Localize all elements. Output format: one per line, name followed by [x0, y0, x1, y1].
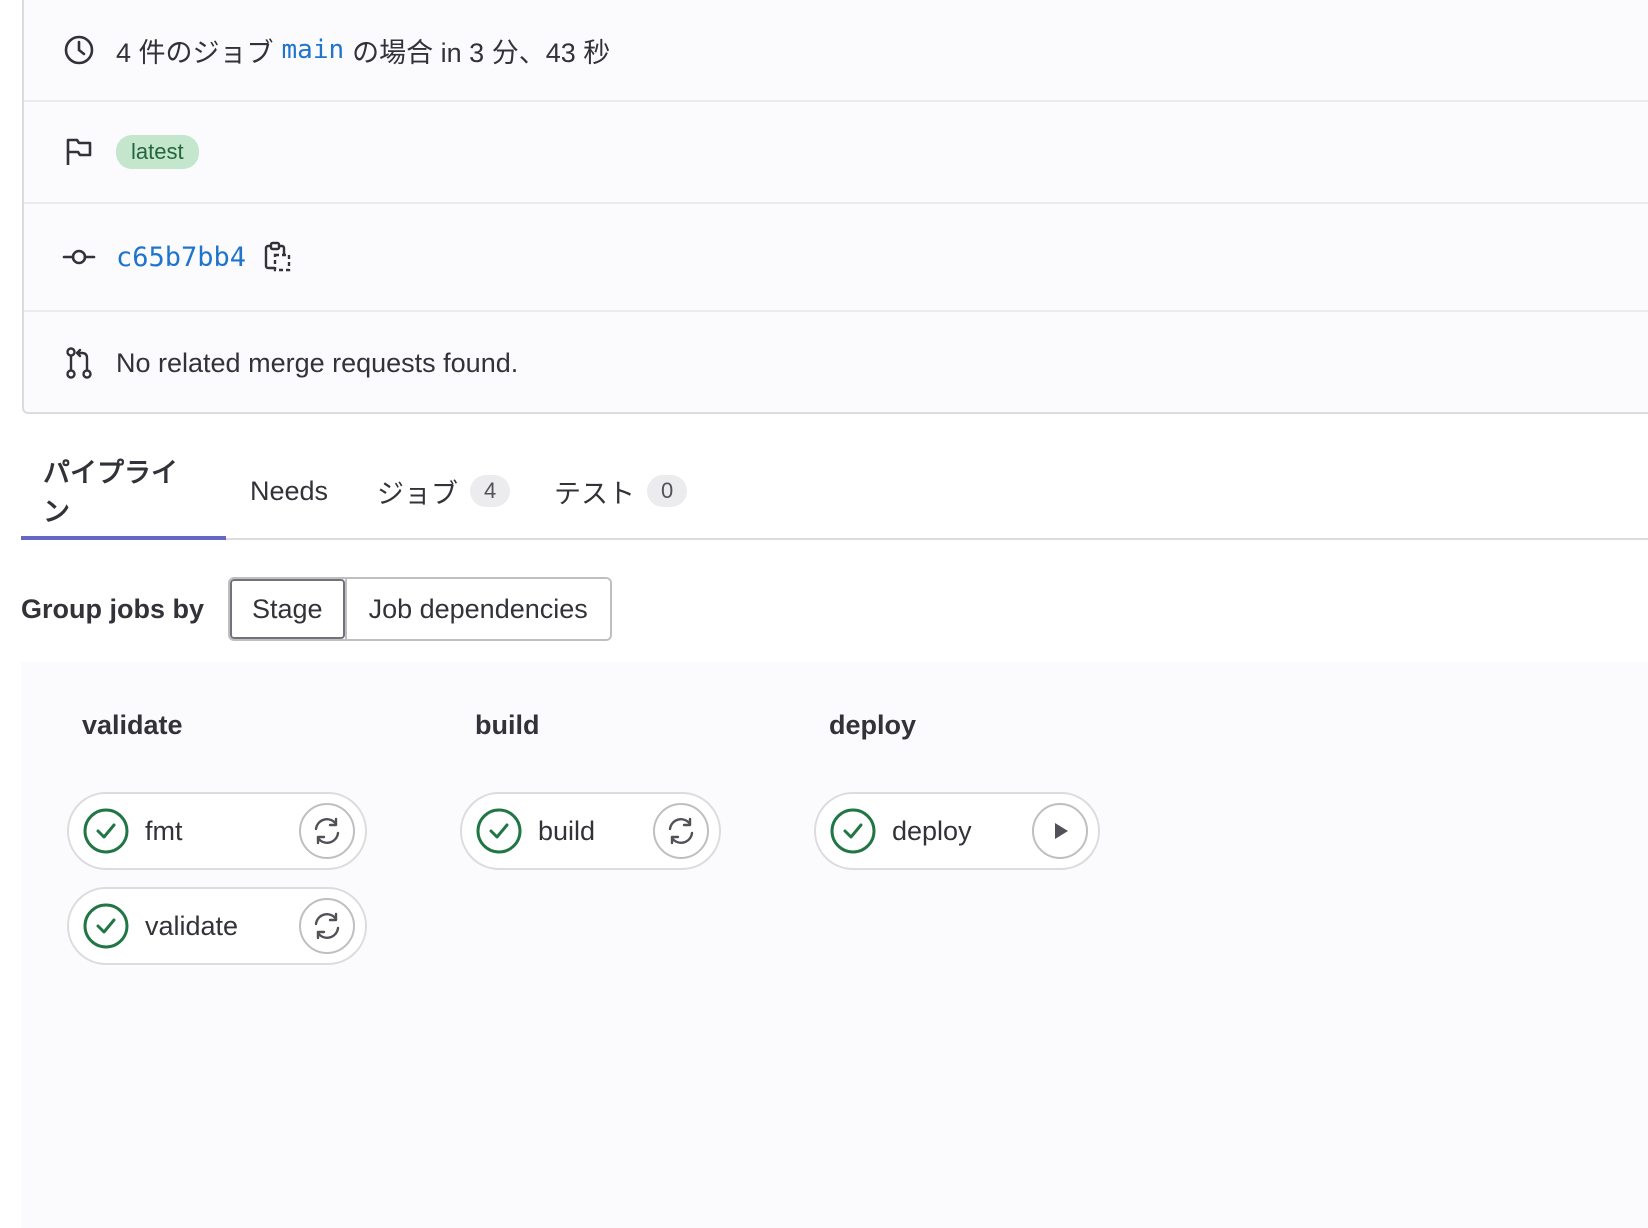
jobs-count-text: 4 件のジョブ — [116, 37, 274, 68]
job-dependencies-option-button[interactable]: Job dependencies — [344, 579, 610, 639]
badges-row: latest — [24, 102, 1648, 204]
ref-link[interactable]: main — [282, 35, 345, 65]
job-deploy[interactable]: deploy — [814, 792, 1100, 870]
group-jobs-label: Group jobs by — [21, 593, 205, 624]
group-by-toggle: Stage Job dependencies — [228, 577, 612, 641]
tab-jobs[interactable]: ジョブ 4 — [355, 444, 532, 538]
tab-needs[interactable]: Needs — [228, 444, 350, 538]
job-name: deploy — [892, 815, 972, 846]
tests-count-badge: 0 — [647, 475, 688, 507]
retry-icon[interactable] — [653, 803, 709, 859]
retry-icon[interactable] — [299, 898, 355, 954]
tab-label: テスト — [554, 478, 635, 509]
duration-text: 4 件のジョブ main の場合 in 3 分、43 秒 — [116, 31, 610, 70]
latest-badge: latest — [116, 135, 199, 169]
merge-request-icon — [62, 346, 96, 380]
flag-icon — [62, 135, 96, 169]
tab-tests[interactable]: テスト 0 — [532, 444, 709, 538]
job-build[interactable]: build — [460, 792, 721, 870]
retry-icon[interactable] — [299, 803, 355, 859]
stage-title-validate: validate — [82, 710, 183, 740]
play-icon[interactable] — [1032, 803, 1088, 859]
merge-requests-text: No related merge requests found. — [116, 347, 519, 378]
jobs-count-badge: 4 — [470, 475, 511, 507]
tab-pipeline[interactable]: パイプライン — [21, 444, 226, 540]
stage-title-deploy: deploy — [829, 710, 917, 740]
tab-label: Needs — [250, 475, 329, 506]
pipeline-graph: validate fmt validate build build deploy — [21, 662, 1648, 1228]
stage-option-button[interactable]: Stage — [230, 579, 345, 639]
stage-title-build: build — [475, 710, 540, 740]
tab-label: パイプライン — [43, 458, 178, 527]
success-status-icon — [83, 808, 129, 854]
tab-label: ジョブ — [377, 478, 458, 509]
pipeline-info-card: 4 件のジョブ main の場合 in 3 分、43 秒 latest c65b… — [22, 0, 1648, 414]
commit-sha-link[interactable]: c65b7bb4 — [116, 242, 246, 273]
clock-icon — [62, 33, 96, 67]
duration-suffix-text: の場合 in 3 分、43 秒 — [352, 37, 611, 68]
success-status-icon — [830, 808, 876, 854]
success-status-icon — [83, 903, 129, 949]
job-name: validate — [145, 910, 239, 941]
success-status-icon — [476, 808, 522, 854]
commit-row: c65b7bb4 — [24, 204, 1648, 312]
pipeline-tabs: パイプライン Needs ジョブ 4 テスト 0 — [21, 444, 1648, 540]
job-name: fmt — [145, 815, 183, 846]
copy-icon[interactable] — [264, 241, 292, 273]
duration-row: 4 件のジョブ main の場合 in 3 分、43 秒 — [24, 0, 1648, 102]
merge-request-row: No related merge requests found. — [24, 312, 1648, 414]
job-validate[interactable]: validate — [67, 887, 367, 965]
group-jobs-by: Group jobs by Stage Job dependencies — [21, 577, 612, 641]
job-fmt[interactable]: fmt — [67, 792, 367, 870]
commit-icon — [62, 240, 96, 274]
job-name: build — [538, 815, 596, 846]
